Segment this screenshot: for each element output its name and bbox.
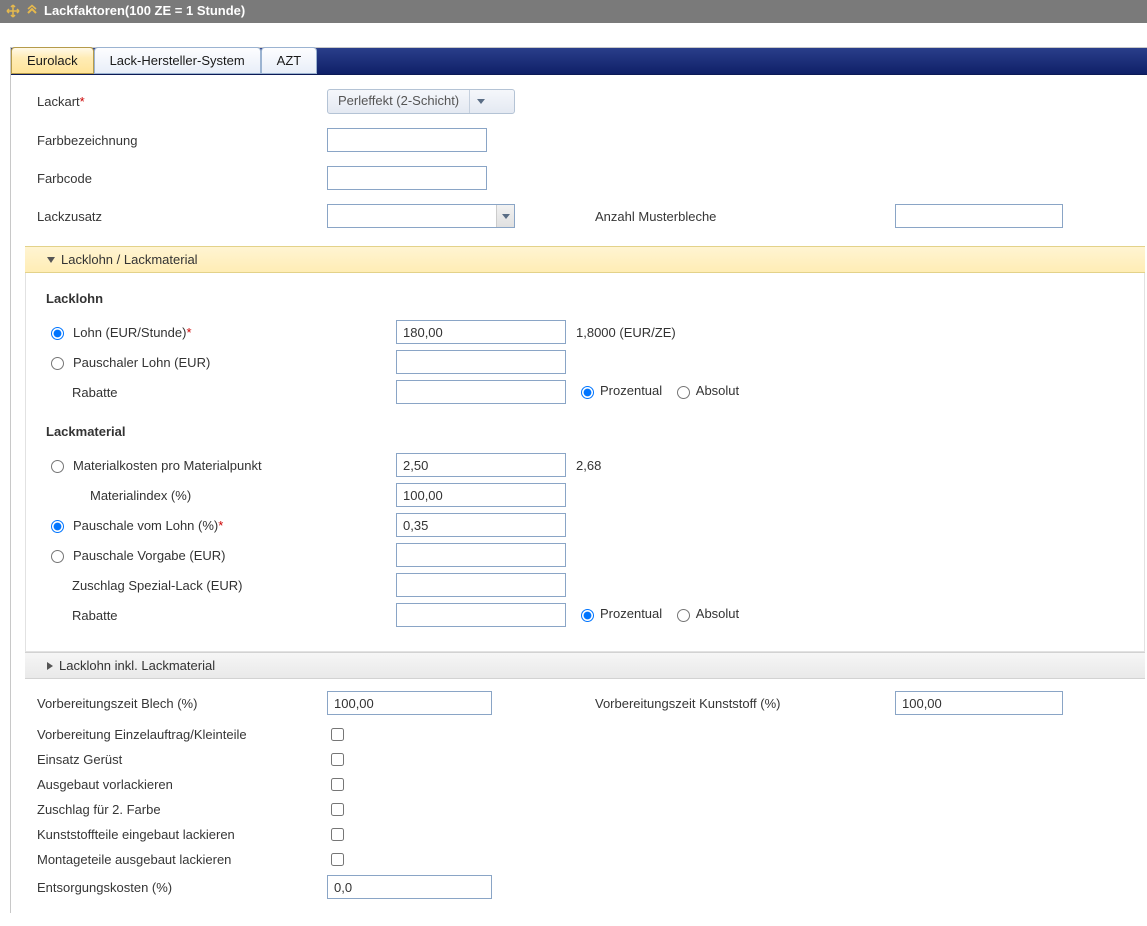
lackmaterial-heading: Lackmaterial <box>36 424 1134 439</box>
lohn-info: 1,8000 (EUR/ZE) <box>566 325 676 340</box>
farbbezeichnung-label: Farbbezeichnung <box>37 133 327 148</box>
rabatte-input-1[interactable] <box>396 380 566 404</box>
pauschale-vorgabe-radio[interactable] <box>51 550 64 563</box>
kunststoffteile-checkbox[interactable] <box>331 828 344 841</box>
tab-content: Lackart* Perleffekt (2-Schicht) Farbbeze… <box>11 75 1147 913</box>
rabatte2-prozentual-radio[interactable] <box>581 609 594 622</box>
lacklohn-heading: Lacklohn <box>36 291 1134 306</box>
pauschaler-lohn-input <box>396 350 566 374</box>
collapse-icon[interactable] <box>25 4 39 18</box>
materialkosten-radio[interactable] <box>51 460 64 473</box>
pauschale-vorgabe-input <box>396 543 566 567</box>
lackzusatz-select[interactable] <box>327 204 515 228</box>
blech-label: Vorbereitungszeit Blech (%) <box>37 696 327 711</box>
entsorgung-label: Entsorgungskosten (%) <box>37 880 327 895</box>
panel-title: Lackfaktoren(100 ZE = 1 Stunde) <box>44 3 245 18</box>
accordion-lacklohn-lackmaterial: Lacklohn / Lackmaterial Lacklohn Lohn (E… <box>25 246 1145 679</box>
pauschale-lohn-label: Pauschale vom Lohn (%)* <box>73 518 223 533</box>
geruest-label: Einsatz Gerüst <box>37 752 327 767</box>
materialindex-input <box>396 483 566 507</box>
farbcode-input[interactable] <box>327 166 487 190</box>
pauschaler-lohn-radio[interactable] <box>51 357 64 370</box>
lackart-label: Lackart* <box>37 94 327 109</box>
panel-header: Lackfaktoren(100 ZE = 1 Stunde) <box>0 0 1147 23</box>
rabatte1-absolut-radio[interactable] <box>677 386 690 399</box>
tab-lack-hersteller-system[interactable]: Lack-Hersteller-System <box>94 47 261 74</box>
chevron-down-icon <box>469 90 491 113</box>
rabatte-label-1: Rabatte <box>72 385 118 400</box>
triangle-down-icon <box>47 257 55 263</box>
lohn-radio[interactable] <box>51 327 64 340</box>
zweite-farbe-label: Zuschlag für 2. Farbe <box>37 802 327 817</box>
zuschlag-spezial-input[interactable] <box>396 573 566 597</box>
lohn-label: Lohn (EUR/Stunde)* <box>73 325 192 340</box>
materialkosten-input <box>396 453 566 477</box>
materialkosten-info: 2,68 <box>566 458 601 473</box>
lackart-value: Perleffekt (2-Schicht) <box>328 90 469 113</box>
zweite-farbe-checkbox[interactable] <box>331 803 344 816</box>
zuschlag-spezial-label: Zuschlag Spezial-Lack (EUR) <box>72 578 243 593</box>
accordion-body: Lacklohn Lohn (EUR/Stunde)* 1,8000 (EUR/… <box>25 273 1145 652</box>
pauschale-lohn-radio[interactable] <box>51 520 64 533</box>
accordion-title: Lacklohn / Lackmaterial <box>61 252 198 267</box>
accordion-header-lacklohn[interactable]: Lacklohn / Lackmaterial <box>25 246 1145 273</box>
tab-bar: Eurolack Lack-Hersteller-System AZT <box>11 48 1147 75</box>
materialkosten-label: Materialkosten pro Materialpunkt <box>73 458 262 473</box>
lackzusatz-value <box>328 205 496 227</box>
ausgebaut-label: Ausgebaut vorlackieren <box>37 777 327 792</box>
farbcode-label: Farbcode <box>37 171 327 186</box>
accordion-title-2: Lacklohn inkl. Lackmaterial <box>59 658 215 673</box>
rabatte-label-2: Rabatte <box>72 608 118 623</box>
lackzusatz-label: Lackzusatz <box>37 209 327 224</box>
rabatte-input-2[interactable] <box>396 603 566 627</box>
kunststoff-label: Vorbereitungszeit Kunststoff (%) <box>595 696 895 711</box>
einzel-checkbox[interactable] <box>331 728 344 741</box>
pauschale-lohn-input[interactable] <box>396 513 566 537</box>
lohn-input[interactable] <box>396 320 566 344</box>
pauschale-vorgabe-label: Pauschale Vorgabe (EUR) <box>73 548 225 563</box>
move-icon[interactable] <box>6 4 20 18</box>
rabatte2-absolut-radio[interactable] <box>677 609 690 622</box>
rabatte1-prozentual-radio[interactable] <box>581 386 594 399</box>
lackart-select[interactable]: Perleffekt (2-Schicht) <box>327 89 515 114</box>
ausgebaut-checkbox[interactable] <box>331 778 344 791</box>
blech-input[interactable] <box>327 691 492 715</box>
montageteile-label: Montageteile ausgebaut lackieren <box>37 852 327 867</box>
accordion-header-lacklohn-inkl[interactable]: Lacklohn inkl. Lackmaterial <box>25 652 1145 679</box>
pauschaler-lohn-label: Pauschaler Lohn (EUR) <box>73 355 210 370</box>
materialindex-label: Materialindex (%) <box>90 488 191 503</box>
musterbleche-input <box>895 204 1063 228</box>
tab-eurolack[interactable]: Eurolack <box>11 47 94 74</box>
tab-azt[interactable]: AZT <box>261 47 318 74</box>
montageteile-checkbox[interactable] <box>331 853 344 866</box>
geruest-checkbox[interactable] <box>331 753 344 766</box>
entsorgung-input[interactable] <box>327 875 492 899</box>
kunststoff-input[interactable] <box>895 691 1063 715</box>
farbbezeichnung-input[interactable] <box>327 128 487 152</box>
chevron-down-icon <box>496 205 514 227</box>
main-panel: Eurolack Lack-Hersteller-System AZT Lack… <box>10 47 1147 913</box>
musterbleche-label: Anzahl Musterbleche <box>595 209 895 224</box>
triangle-right-icon <box>47 662 53 670</box>
einzel-label: Vorbereitung Einzelauftrag/Kleinteile <box>37 727 327 742</box>
kunststoffteile-label: Kunststoffteile eingebaut lackieren <box>37 827 327 842</box>
